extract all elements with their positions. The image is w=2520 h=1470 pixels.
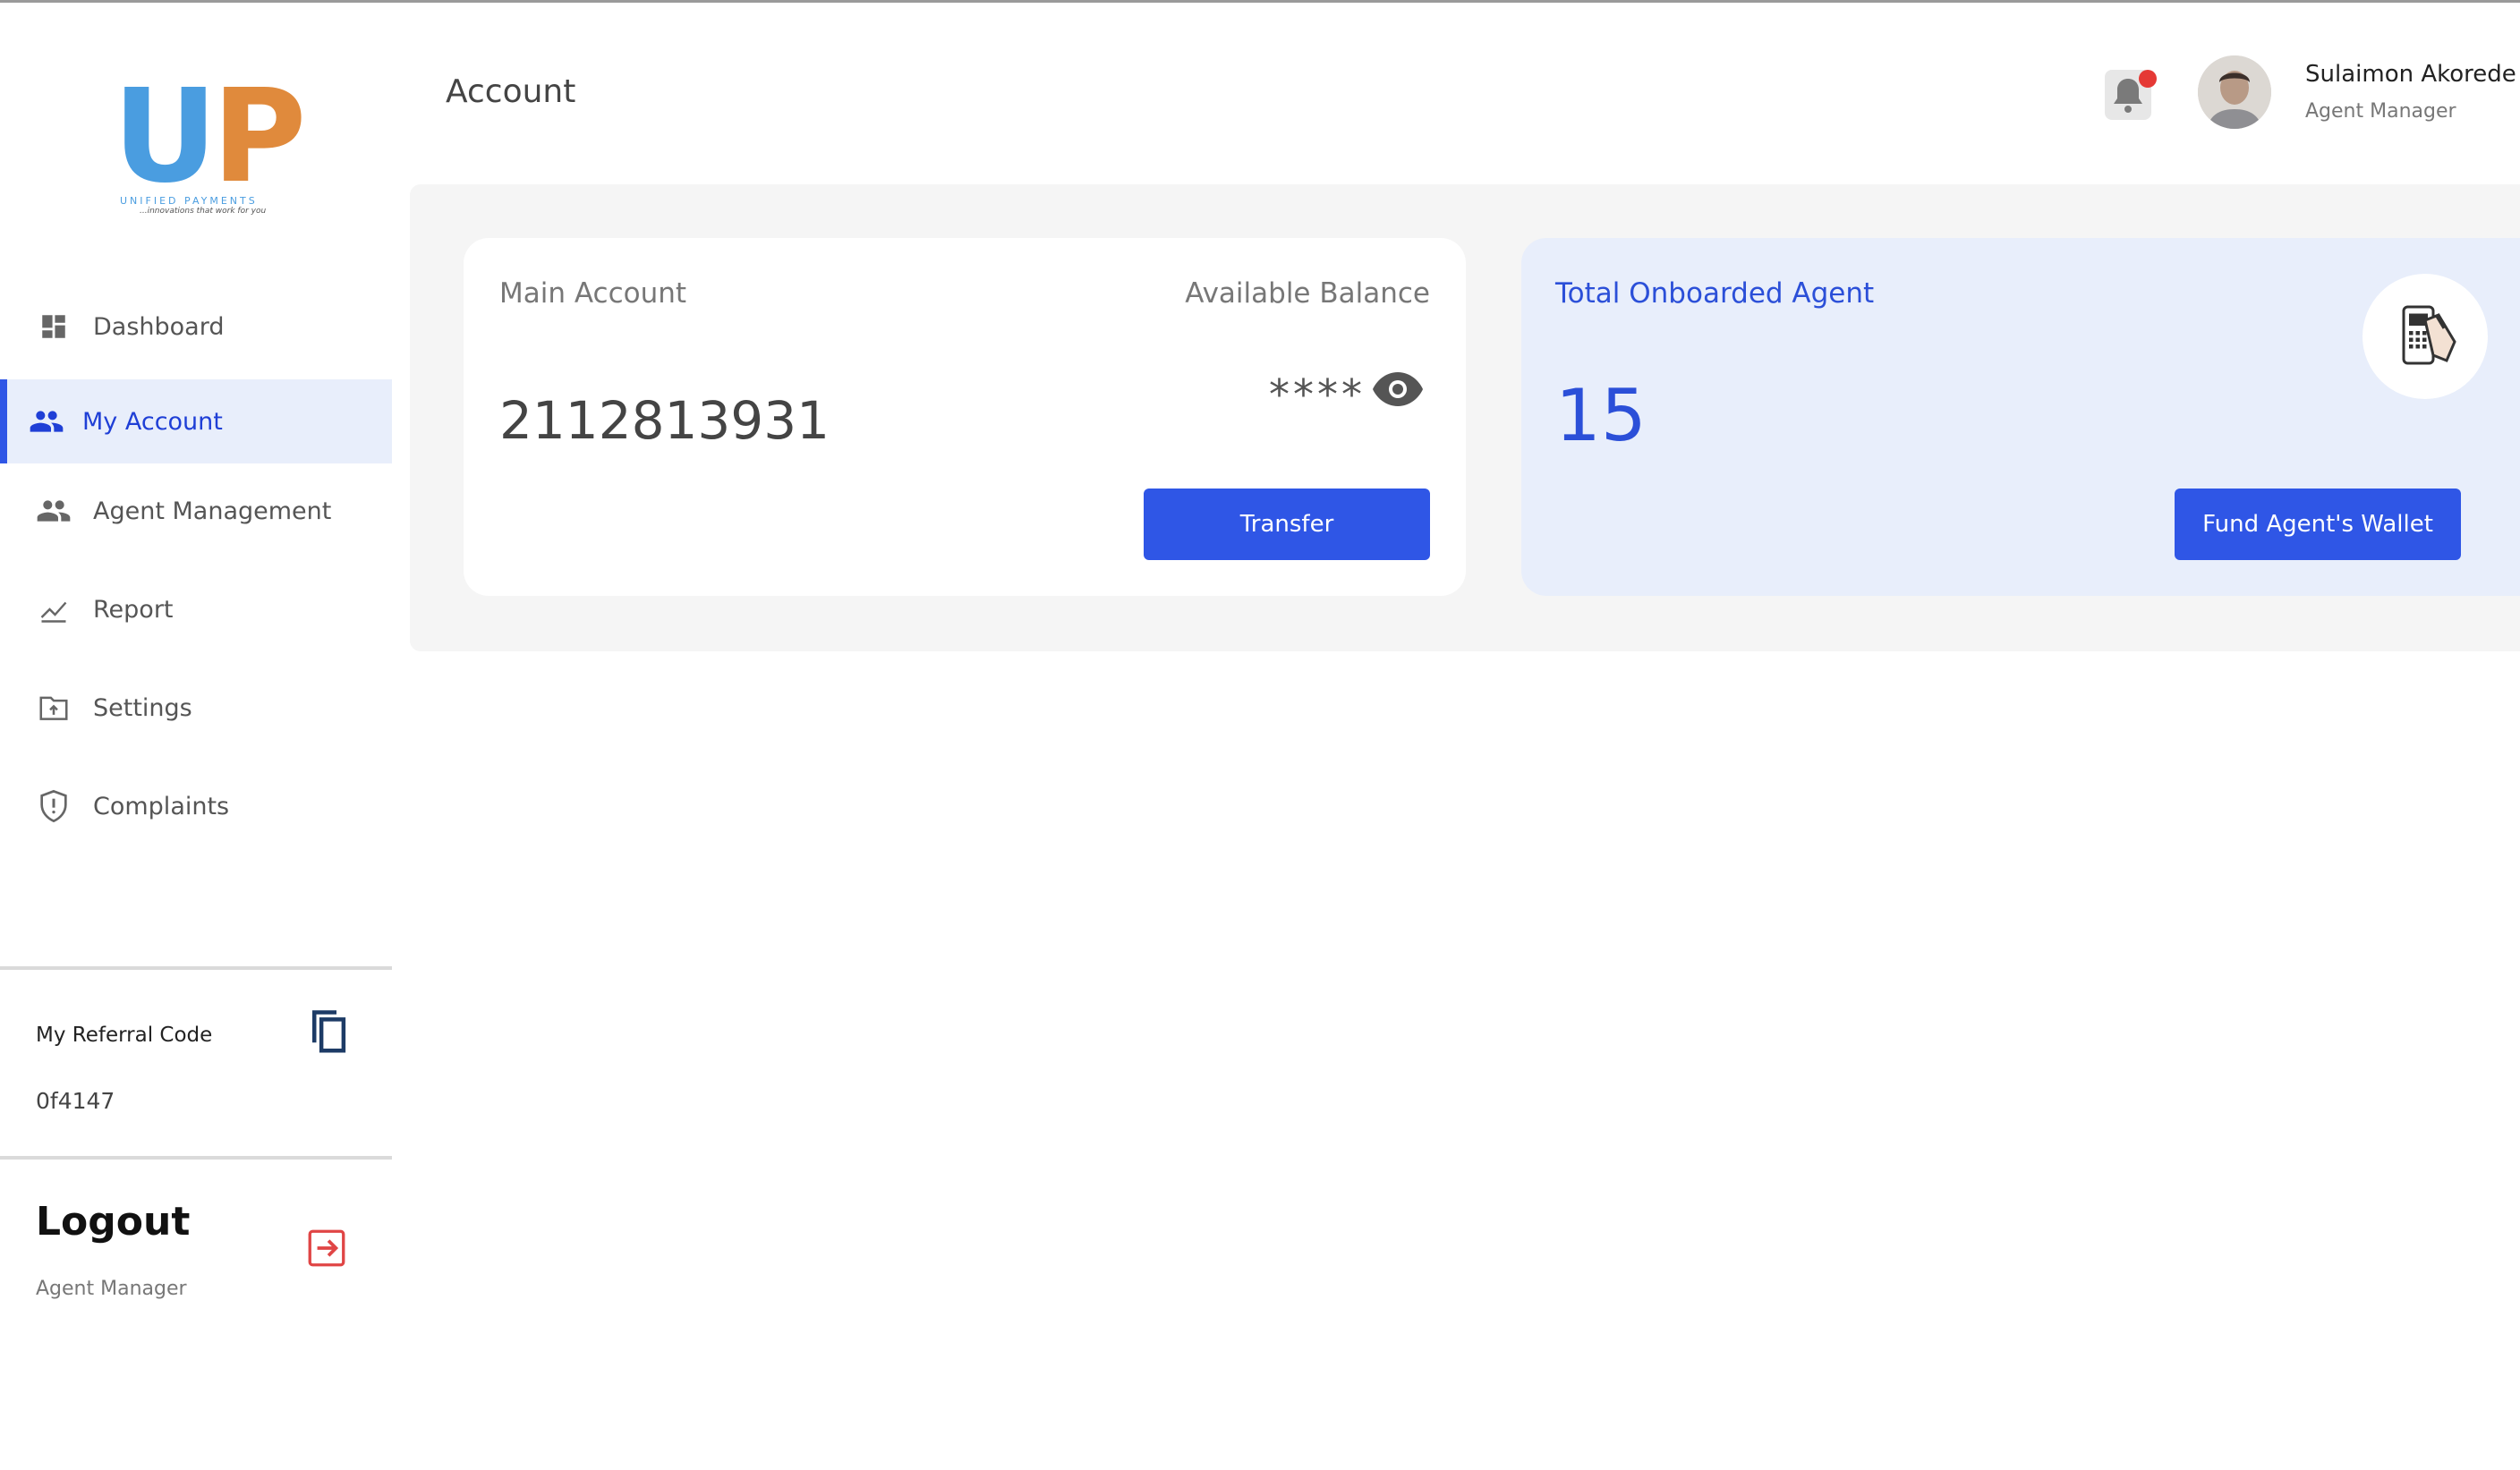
dashboard-icon [36, 309, 72, 344]
logo-mark: UP [113, 61, 306, 211]
logout-icon[interactable] [304, 1226, 353, 1274]
logout-role: Agent Manager [36, 1278, 187, 1300]
eye-icon[interactable] [1371, 369, 1425, 410]
copy-icon[interactable] [304, 1006, 353, 1059]
shield-alert-icon [36, 788, 72, 824]
people-icon [36, 493, 72, 529]
folder-upload-icon [36, 690, 72, 726]
sidebar-item-report[interactable]: Report [0, 567, 392, 651]
page-title: Account [446, 73, 576, 110]
sidebar-item-label: Dashboard [93, 312, 225, 341]
user-name: Sulaimon Akorede [2305, 61, 2516, 88]
sidebar-item-label: Report [93, 595, 174, 624]
chart-line-icon [36, 591, 72, 627]
avatar[interactable] [2198, 55, 2271, 129]
sidebar-item-label: Settings [93, 693, 192, 722]
sidebar: UP UNIFIED PAYMENTS ...innovations that … [0, 0, 394, 1470]
main-account-card: Main Account Available Balance 211281393… [464, 238, 1466, 596]
onboarded-agent-card: Total Onboarded Agent 15 Fund Agent's Wa… [1521, 238, 2520, 596]
masked-balance: **** [1269, 370, 1366, 419]
sidebar-item-label: My Account [82, 407, 223, 436]
available-balance-label: Available Balance [1185, 277, 1430, 310]
people-icon [29, 404, 64, 439]
logout-label[interactable]: Logout [36, 1199, 190, 1245]
sidebar-item-dashboard[interactable]: Dashboard [0, 285, 392, 369]
pos-terminal-icon [2362, 274, 2488, 399]
transfer-button[interactable]: Transfer [1144, 489, 1430, 560]
sidebar-divider [0, 966, 392, 970]
sidebar-item-agent-management[interactable]: Agent Management [0, 469, 392, 553]
referral-code: 0f4147 [36, 1088, 115, 1114]
fund-agents-wallet-button[interactable]: Fund Agent's Wallet [2175, 489, 2461, 560]
user-role: Agent Manager [2305, 100, 2456, 123]
onboarded-agent-count: 15 [1555, 374, 1647, 457]
brand-logo[interactable]: UP UNIFIED PAYMENTS ...innovations that … [113, 72, 306, 220]
logo-tagline: UNIFIED PAYMENTS [120, 195, 258, 207]
main-account-label: Main Account [499, 277, 687, 310]
sidebar-item-label: Complaints [93, 792, 230, 820]
referral-label: My Referral Code [36, 1024, 213, 1047]
onboarded-agent-label: Total Onboarded Agent [1555, 277, 1875, 310]
sidebar-item-label: Agent Management [93, 497, 332, 525]
sidebar-divider [0, 1156, 392, 1160]
sidebar-item-settings[interactable]: Settings [0, 666, 392, 750]
sidebar-item-my-account[interactable]: My Account [0, 379, 392, 463]
notification-bell-icon[interactable] [2105, 66, 2158, 122]
logo-slogan: ...innovations that work for you [140, 207, 267, 216]
sidebar-item-complaints[interactable]: Complaints [0, 764, 392, 848]
account-number: 2112813931 [499, 390, 830, 451]
